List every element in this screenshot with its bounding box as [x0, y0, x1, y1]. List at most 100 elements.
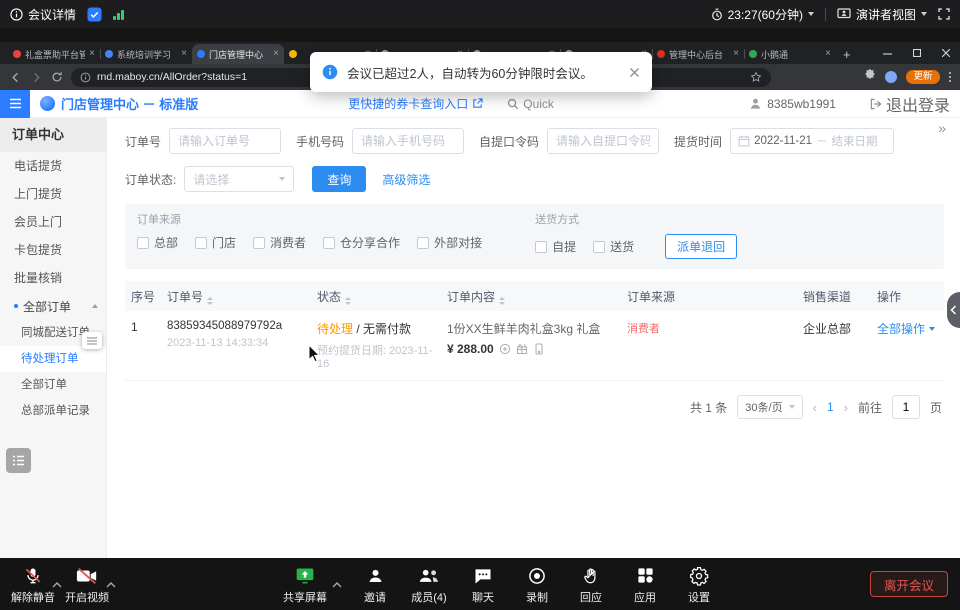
checkbox-source-store[interactable]: 门店 — [195, 234, 236, 251]
refresh-button[interactable] — [51, 71, 63, 83]
network-signal-icon[interactable] — [113, 9, 124, 20]
tab-close-icon[interactable]: × — [825, 49, 831, 59]
col-status[interactable]: 状态 — [311, 288, 441, 305]
sidebar-sub-pending-orders[interactable]: 待处理订单 — [0, 346, 106, 372]
next-page-button[interactable]: › — [844, 401, 848, 414]
logout-button[interactable]: 退出登录 — [870, 92, 950, 116]
new-tab-button[interactable]: + — [843, 48, 851, 61]
phone-input[interactable] — [352, 128, 464, 154]
tab-close-icon[interactable]: × — [181, 49, 187, 59]
back-button[interactable] — [9, 71, 22, 84]
extensions-icon[interactable] — [864, 68, 876, 86]
chat-button[interactable]: 聊天 — [460, 565, 506, 605]
checkbox-source-warehouse-coop[interactable]: 仓分享合作 — [323, 234, 400, 251]
bookmark-star-icon[interactable] — [750, 71, 762, 83]
app-menu-button[interactable] — [0, 90, 30, 118]
settings-button[interactable]: 设置 — [676, 565, 722, 605]
checkbox-delivery[interactable]: 送货 — [593, 238, 634, 255]
all-actions-link[interactable]: 全部操作 — [877, 320, 925, 337]
unmute-button[interactable]: 解除静音 — [10, 565, 56, 605]
audio-options-chevron[interactable] — [52, 575, 62, 605]
sidebar-drag-handle[interactable] — [82, 332, 102, 349]
current-page[interactable]: 1 — [827, 400, 834, 414]
order-status-select[interactable]: 请选择 — [184, 166, 294, 192]
user-icon — [749, 97, 762, 110]
forward-button[interactable] — [30, 71, 43, 84]
leave-meeting-button[interactable]: 离开会议 — [870, 571, 948, 597]
sidebar-group-all-orders[interactable]: 全部订单 — [0, 292, 106, 320]
video-options-chevron[interactable] — [106, 575, 116, 605]
window-minimize-button[interactable] — [873, 42, 902, 64]
meeting-timer[interactable]: 23:27(60分钟) — [711, 6, 814, 23]
window-close-button[interactable] — [931, 42, 960, 64]
advanced-filter-link[interactable]: 高级筛选 — [382, 171, 430, 188]
invite-button[interactable]: 邀请 — [352, 565, 398, 605]
checkbox-self-pickup[interactable]: 自提 — [535, 238, 576, 255]
search-button[interactable]: 查询 — [312, 166, 366, 192]
record-button[interactable]: 录制 — [514, 565, 560, 605]
row-actions[interactable]: 全部操作 — [871, 320, 944, 337]
start-video-button[interactable]: 开启视频 — [64, 565, 110, 605]
checkbox-source-consumer[interactable]: 消费者 — [253, 234, 306, 251]
app-body: 订单中心 电话提货 上门提货 会员上门 卡包提货 批量核销 全部订单 同城配送订… — [0, 118, 960, 558]
apps-button[interactable]: 应用 — [622, 565, 668, 605]
microphone-muted-icon — [23, 565, 43, 586]
tab-close-icon[interactable]: × — [89, 49, 95, 59]
page-size-select[interactable]: 30条/页 — [737, 395, 802, 419]
checkbox-source-hq[interactable]: 总部 — [137, 234, 178, 251]
meeting-details-button[interactable]: 会议详情 — [10, 6, 76, 23]
gear-icon — [689, 565, 709, 586]
pickup-date-range[interactable]: 2022-11-21 － 结束日期 — [730, 128, 894, 154]
prev-page-button[interactable]: ‹ — [813, 401, 817, 414]
browser-tab[interactable]: 管理中心后台 × — [652, 44, 744, 64]
sidebar-item-door-pickup[interactable]: 上门提货 — [0, 180, 106, 208]
col-content[interactable]: 订单内容 — [441, 288, 621, 305]
browser-tab[interactable]: 礼盒票助平台管理中心 × — [8, 44, 100, 64]
av-controls: 解除静音 开启视频 — [10, 565, 118, 605]
sidebar-item-member-visit[interactable]: 会员上门 — [0, 208, 106, 236]
share-options-chevron[interactable] — [332, 575, 342, 605]
profile-avatar[interactable] — [885, 71, 897, 83]
dispatch-return-button[interactable]: 派单退回 — [665, 234, 737, 259]
page-unit: 页 — [930, 399, 942, 416]
browser-update-button[interactable]: 更新 — [906, 70, 939, 84]
checkbox-source-external[interactable]: 外部对接 — [417, 234, 482, 251]
tab-close-icon[interactable]: × — [733, 49, 739, 59]
col-order-no[interactable]: 订单号 — [161, 288, 311, 305]
reactions-button[interactable]: 回应 — [568, 565, 614, 605]
quick-search[interactable]: Quick — [507, 97, 554, 111]
view-mode-switcher[interactable]: 演讲者视图 — [837, 6, 927, 23]
hand-reaction-icon — [582, 565, 601, 586]
sidebar-sub-hq-dispatch-log[interactable]: 总部派单记录 — [0, 398, 106, 424]
sidebar-item-batch-verify[interactable]: 批量核销 — [0, 264, 106, 292]
site-info-icon[interactable] — [80, 72, 91, 83]
coupon-query-link[interactable]: 更快捷的券卡查询入口 — [348, 95, 483, 112]
order-no-input[interactable] — [169, 128, 281, 154]
toast-close-icon[interactable] — [629, 67, 640, 78]
browser-tab[interactable]: 系统培训学习 × — [100, 44, 192, 64]
sort-icon[interactable] — [207, 297, 213, 305]
members-button[interactable]: 成员(4) — [406, 565, 452, 605]
tab-title: 门店管理中心 — [209, 48, 269, 61]
collapse-panel-icon[interactable]: » — [938, 121, 946, 135]
share-screen-button[interactable]: 共享屏幕 — [282, 565, 328, 605]
order-price: ¥ 288.00 — [447, 342, 494, 356]
browser-tab[interactable]: 小鹅通 × — [744, 44, 836, 64]
sidebar-item-card-pickup[interactable]: 卡包提货 — [0, 236, 106, 264]
side-drawer-handle[interactable] — [947, 292, 960, 328]
pickup-code-input[interactable] — [547, 128, 659, 154]
sidebar-toggle-button[interactable] — [6, 448, 31, 473]
account-menu[interactable]: 8385wb1991 — [749, 97, 836, 111]
goto-page-input[interactable] — [892, 395, 920, 419]
fullscreen-button[interactable] — [938, 8, 950, 20]
sort-icon[interactable] — [499, 297, 505, 305]
tab-close-icon[interactable]: × — [273, 49, 279, 59]
sidebar-item-phone-pickup[interactable]: 电话提货 — [0, 152, 106, 180]
orders-table-header: 序号 订单号 状态 订单内容 订单来源 销售渠道 操作 — [125, 281, 944, 311]
browser-menu-icon[interactable] — [949, 72, 952, 83]
browser-tab-active[interactable]: 门店管理中心 × — [192, 44, 284, 64]
security-shield-icon[interactable] — [87, 7, 102, 22]
window-maximize-button[interactable] — [902, 42, 931, 64]
sidebar-sub-all-orders[interactable]: 全部订单 — [0, 372, 106, 398]
sort-icon[interactable] — [345, 297, 351, 305]
